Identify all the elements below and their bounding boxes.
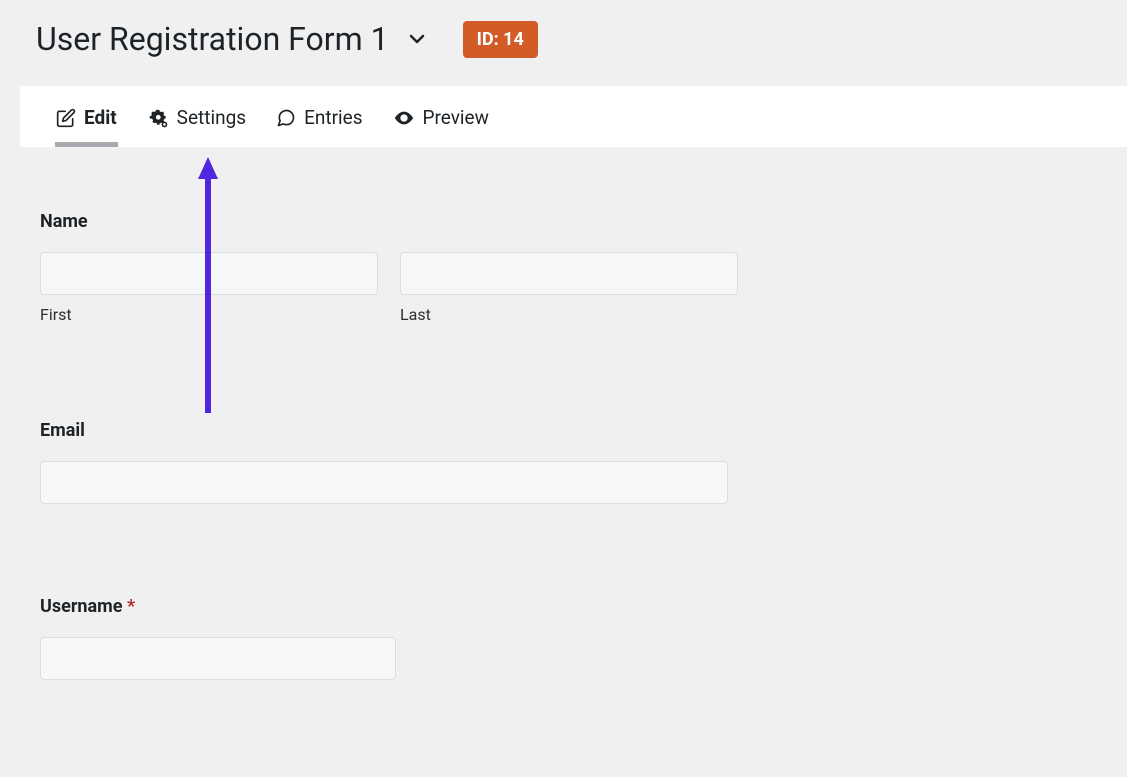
name-field-block[interactable]: Name First Last <box>40 211 1107 324</box>
tab-edit-label: Edit <box>84 106 117 129</box>
form-toolbar: Edit Settings Entries Preview <box>20 86 1127 147</box>
edit-icon <box>56 108 76 128</box>
gears-icon <box>147 107 169 129</box>
chevron-down-icon <box>405 27 429 51</box>
username-input[interactable] <box>40 637 396 680</box>
active-tab-underline <box>55 142 118 147</box>
first-name-input[interactable] <box>40 252 378 295</box>
email-input[interactable] <box>40 461 728 504</box>
form-switcher-dropdown[interactable] <box>405 27 429 51</box>
comment-icon <box>276 108 296 128</box>
last-name-sublabel: Last <box>400 305 738 324</box>
name-field-label: Name <box>40 211 1107 232</box>
tab-edit[interactable]: Edit <box>56 106 117 129</box>
email-field-label: Email <box>40 420 1107 441</box>
last-name-input[interactable] <box>400 252 738 295</box>
username-field-label: Username * <box>40 596 1107 617</box>
page-title: User Registration Form 1 <box>36 20 389 58</box>
tab-entries[interactable]: Entries <box>276 106 362 129</box>
username-field-block[interactable]: Username * <box>40 596 1107 680</box>
tab-preview[interactable]: Preview <box>393 106 489 129</box>
username-label-text: Username <box>40 596 122 617</box>
form-editor-canvas: Name First Last Email Username * <box>20 147 1127 680</box>
email-field-block[interactable]: Email <box>40 420 1107 504</box>
tab-preview-label: Preview <box>423 106 489 129</box>
first-name-sublabel: First <box>40 305 378 324</box>
form-id-badge: ID: 14 <box>463 21 538 58</box>
eye-icon <box>393 107 415 129</box>
required-indicator: * <box>127 596 135 617</box>
tab-settings[interactable]: Settings <box>147 106 246 129</box>
tab-settings-label: Settings <box>177 106 246 129</box>
page-header: User Registration Form 1 ID: 14 <box>0 0 1127 86</box>
tab-entries-label: Entries <box>304 106 362 129</box>
